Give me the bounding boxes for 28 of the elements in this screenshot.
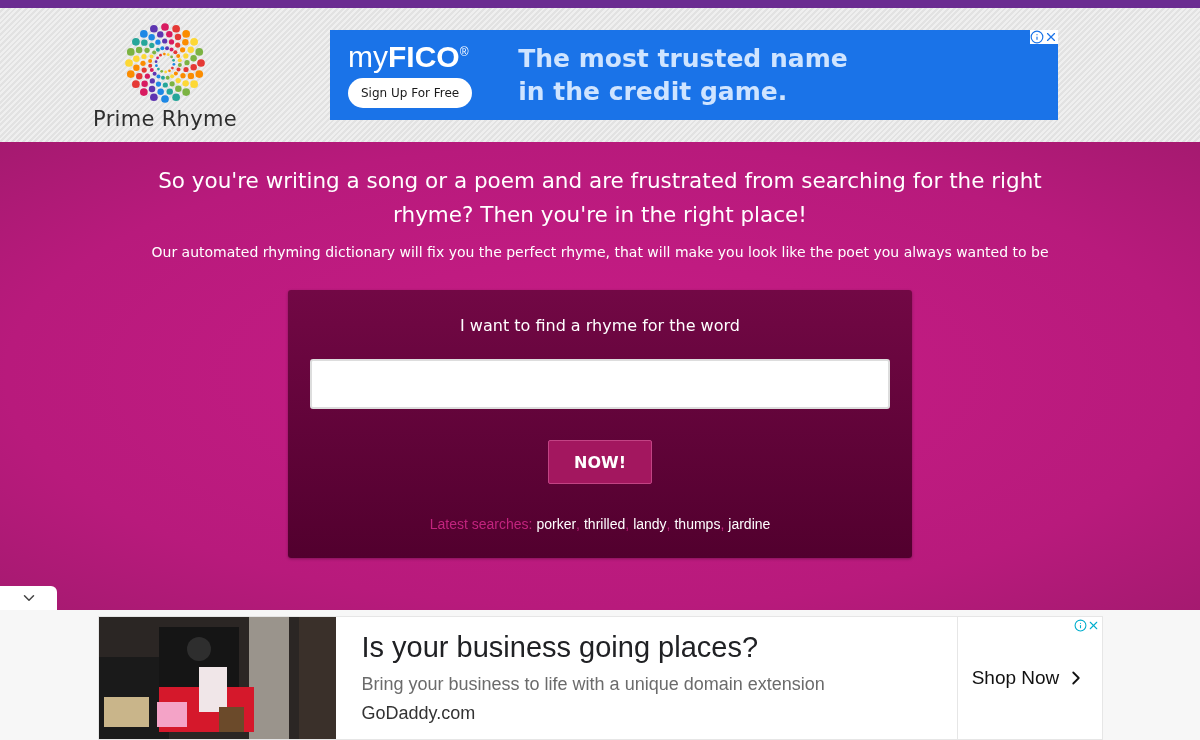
close-icon[interactable] [1044, 30, 1058, 44]
bottom-ad-banner[interactable]: Is your business going places? Bring your business to life with a unique domain extension GoDaddy.com Shop Now [97, 616, 1103, 740]
shop-now-link[interactable]: Shop Now [956, 617, 1102, 739]
search-button[interactable]: NOW! [548, 440, 652, 484]
latest-search-link[interactable]: jardine [728, 516, 771, 532]
comma-separator: , [666, 516, 671, 532]
sign-up-button[interactable]: Sign Up For Free [348, 78, 473, 108]
ad-brand-logo: myFICO$^{®}$ [348, 42, 469, 72]
hero-subtitle: Our automated rhyming dictionary will fix you the perfect rhyme, that will make you look like the poet you always wanted to be [151, 244, 1049, 260]
collapse-toggle-button[interactable] [0, 586, 57, 610]
latest-search-link[interactable]: porker [536, 516, 577, 532]
hero-title: So you're writing a song or a poem and are frustrated from searching for the right rhyme? Then you're in the right place! [157, 167, 1043, 229]
search-prompt: I want to find a rhyme for the word [460, 316, 740, 335]
ad-domain: GoDaddy.com [361, 703, 477, 724]
latest-searches-label: Latest searches: [429, 516, 533, 532]
ad-headline: The most trusted name in the credit game. [518, 43, 848, 108]
latest-search-link[interactable]: landy [633, 516, 667, 532]
ad-headline: Is your business going places? [361, 631, 760, 664]
comma-separator: , [625, 516, 630, 532]
info-icon[interactable] [1073, 619, 1087, 632]
ad-description: Bring your business to life with a unique domain extension [361, 674, 826, 695]
comma-separator: , [576, 516, 580, 532]
comma-separator: , [720, 516, 725, 532]
info-icon[interactable] [1030, 30, 1044, 44]
logo-icon [125, 23, 205, 103]
site-logo-text[interactable]: Prime Rhyme [93, 107, 237, 131]
word-input-field[interactable] [310, 359, 890, 409]
ad-banner[interactable]: myFICO$^{®}$ Sign Up For Free The most trusted name in the credit game. [330, 30, 1058, 120]
